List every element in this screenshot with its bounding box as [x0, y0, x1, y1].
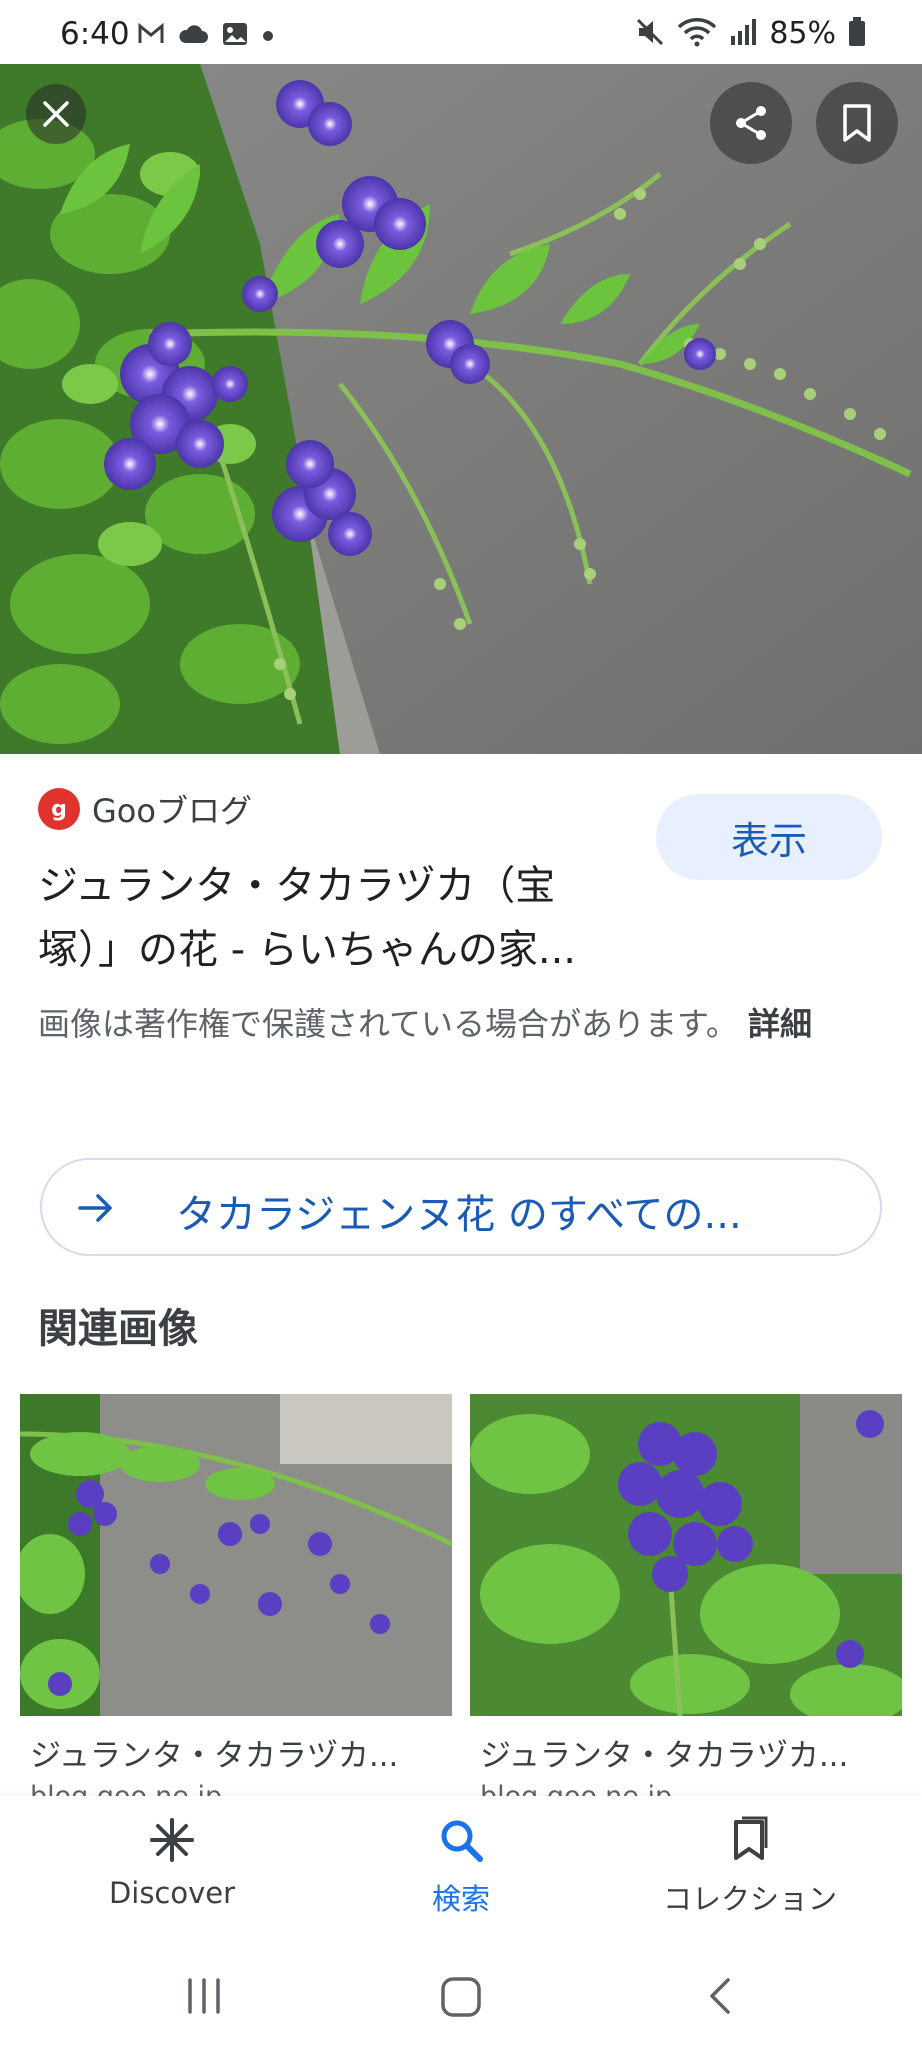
arrow-right-icon — [76, 1188, 116, 1232]
details-link[interactable]: 詳細 — [748, 1005, 812, 1043]
related-title: ジュランタ・タカラヅカ... — [480, 1738, 849, 1774]
related-thumbnail — [470, 1394, 902, 1716]
home-button[interactable] — [440, 1976, 482, 2022]
collections-icon — [726, 1816, 774, 1868]
wifi-icon — [677, 17, 717, 51]
share-icon — [731, 103, 771, 143]
mute-icon — [635, 17, 665, 51]
status-notification-icons — [138, 22, 274, 50]
battery-icon — [848, 16, 866, 51]
result-title-line-2: 塚）」の花 - らいちゃんの家... — [38, 927, 577, 973]
image-viewer-screen: 6:40 85% g Gooブログ 表示 ジュランタ・タカラヅカ（宝 塚）」の花… — [0, 0, 922, 2048]
close-button[interactable] — [26, 84, 86, 144]
nav-label-discover: Discover — [108, 1876, 236, 1910]
asterisk-icon — [148, 1816, 196, 1868]
bookmark-icon — [840, 103, 874, 143]
search-icon — [437, 1816, 485, 1868]
flower-photo — [0, 64, 922, 754]
main-image[interactable] — [0, 64, 922, 754]
source-row[interactable]: g Gooブログ — [38, 786, 252, 832]
share-button[interactable] — [710, 82, 792, 164]
see-all-label: タカラジェンヌ花 のすべての... — [176, 1192, 742, 1238]
gallery-icon — [222, 22, 248, 50]
system-navigation-bar — [0, 1946, 922, 2048]
nav-label-search: 検索 — [431, 1882, 490, 1916]
nav-item-collections[interactable]: コレクション — [620, 1816, 880, 1918]
related-image-card[interactable]: ジュランタ・タカラヅカ... blog.goo.ne.jp — [470, 1394, 902, 1807]
result-title-line-1: ジュランタ・タカラヅカ（宝 — [38, 863, 556, 909]
signal-icon — [729, 18, 757, 50]
dot-icon — [262, 27, 274, 46]
save-button[interactable] — [816, 82, 898, 164]
nav-label-collections: コレクション — [662, 1882, 837, 1916]
status-system-icons: 85% — [635, 16, 866, 51]
status-bar: 6:40 85% — [0, 0, 922, 64]
copyright-notice: 画像は著作権で保護されている場合があります。 詳細 — [38, 994, 884, 1054]
cloud-icon — [178, 23, 208, 49]
goo-blog-logo-icon: g — [38, 788, 80, 830]
related-image-card[interactable]: ジュランタ・タカラヅカ... blog.goo.ne.jp — [20, 1394, 452, 1807]
back-icon — [706, 1976, 736, 2020]
source-name: Gooブログ — [92, 792, 252, 830]
close-icon — [41, 99, 71, 129]
back-button[interactable] — [706, 1976, 736, 2020]
visit-button[interactable]: 表示 — [656, 794, 882, 880]
related-thumbnail — [20, 1394, 452, 1716]
status-time: 6:40 — [60, 16, 130, 52]
nav-item-search[interactable]: 検索 — [331, 1816, 591, 1918]
recent-apps-icon — [184, 1976, 224, 2020]
related-title: ジュランタ・タカラヅカ... — [30, 1738, 399, 1774]
home-icon — [440, 1976, 482, 2022]
related-images-heading: 関連画像 — [38, 1306, 198, 1352]
bottom-navigation: Discover 検索 コレクション — [0, 1796, 922, 1946]
result-title[interactable]: ジュランタ・タカラヅカ（宝 塚）」の花 - らいちゃんの家... — [38, 854, 638, 982]
nav-item-discover[interactable]: Discover — [42, 1816, 302, 1910]
recent-apps-button[interactable] — [184, 1976, 224, 2020]
gmail-icon — [138, 22, 164, 49]
battery-percent: 85% — [769, 16, 836, 51]
see-all-button[interactable]: タカラジェンヌ花 のすべての... — [40, 1158, 882, 1256]
copyright-text: 画像は著作権で保護されている場合があります。 — [38, 1005, 738, 1043]
